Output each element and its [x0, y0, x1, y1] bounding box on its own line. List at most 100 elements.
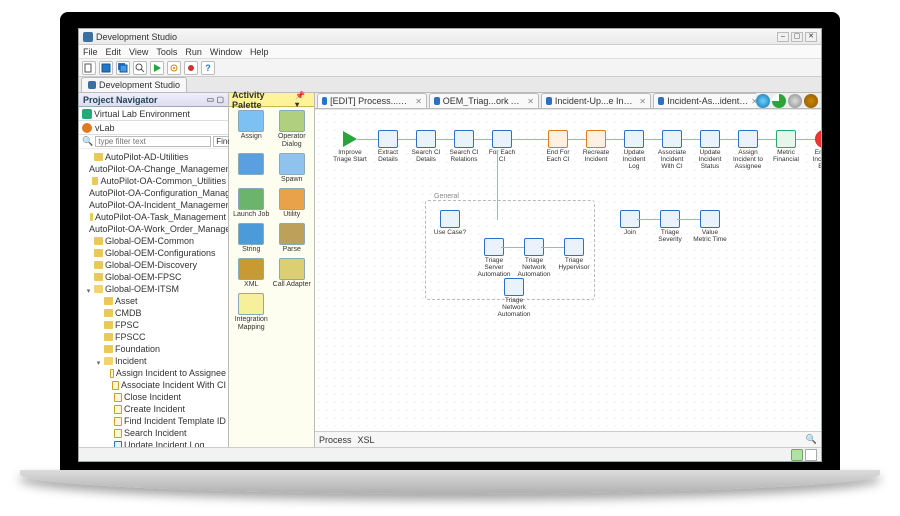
tree-item[interactable]: AutoPilot-OA-Incident_Management: [85, 199, 226, 211]
expand-icon[interactable]: [85, 214, 88, 221]
workflow-node[interactable]: Extract Details: [373, 130, 403, 163]
palette-item[interactable]: Utility: [273, 188, 312, 219]
expand-icon[interactable]: [105, 430, 112, 437]
tree-item[interactable]: Associate Incident With CI: [105, 379, 226, 391]
menu-run[interactable]: Run: [185, 47, 202, 57]
expand-icon[interactable]: ▾: [95, 358, 102, 365]
tree-item[interactable]: AutoPilot-OA-Common_Utilities: [85, 175, 226, 187]
menu-help[interactable]: Help: [250, 47, 269, 57]
expand-icon[interactable]: [95, 334, 102, 341]
expand-icon[interactable]: [85, 250, 92, 257]
tree-item[interactable]: Assign Incident to Assignee: [105, 367, 226, 379]
tree-item[interactable]: Global-OEM-Configurations: [85, 247, 226, 259]
workflow-node[interactable]: Triage Network Automation: [519, 238, 549, 278]
editor-tab[interactable]: OEM_Triag...ork Automation✕: [429, 93, 539, 108]
toolbar-help-icon[interactable]: ?: [201, 61, 215, 75]
workflow-node[interactable]: Triage Severity: [655, 210, 685, 243]
expand-icon[interactable]: [95, 298, 102, 305]
workflow-node[interactable]: Improve Triage Start: [335, 130, 365, 163]
filter-input[interactable]: [95, 136, 211, 147]
workflow-node[interactable]: Value Metric Time: [695, 210, 725, 243]
menu-file[interactable]: File: [83, 47, 98, 57]
expand-icon[interactable]: [85, 262, 92, 269]
tree-item[interactable]: Find Incident Template ID: [105, 415, 226, 427]
status-gear-icon[interactable]: [788, 94, 802, 108]
expand-icon[interactable]: [95, 346, 102, 353]
workflow-node[interactable]: For Each CI: [487, 130, 517, 163]
tree-item[interactable]: Global-OEM-Discovery: [85, 259, 226, 271]
palette-item[interactable]: Parse: [273, 223, 312, 254]
palette-item[interactable]: Spawn: [273, 153, 312, 184]
tree-item[interactable]: AutoPilot-OA-Task_Management: [85, 211, 226, 223]
maximize-button[interactable]: ▢: [791, 32, 803, 42]
tree-item[interactable]: AutoPilot-AD-Utilities: [85, 151, 226, 163]
toolbar-run-icon[interactable]: [150, 61, 164, 75]
tree-item[interactable]: Create Incident: [105, 403, 226, 415]
workflow-node[interactable]: Triage Server Automation: [479, 238, 509, 278]
status-db-icon[interactable]: [804, 94, 818, 108]
expand-icon[interactable]: [85, 178, 90, 185]
palette-item[interactable]: Operator Dialog: [273, 110, 312, 149]
workflow-canvas[interactable]: Improve Triage Start Extract Details Searc…: [315, 109, 821, 431]
tree-item[interactable]: Global-OEM-Common: [85, 235, 226, 247]
expand-icon[interactable]: [105, 418, 112, 425]
toolbar-gear-icon[interactable]: [167, 61, 181, 75]
expand-icon[interactable]: ▾: [85, 286, 92, 293]
menu-edit[interactable]: Edit: [106, 47, 122, 57]
tree-item[interactable]: AutoPilot-OA-Configuration_Management: [85, 187, 226, 199]
editor-bottom-tab-process[interactable]: Process: [319, 435, 352, 445]
expand-icon[interactable]: [95, 322, 102, 329]
toolbar-saveall-icon[interactable]: [116, 61, 130, 75]
close-tab-icon[interactable]: ✕: [639, 97, 646, 106]
workflow-node[interactable]: Search CI Relations: [449, 130, 479, 163]
status-globe-icon[interactable]: [756, 94, 770, 108]
workflow-node[interactable]: Triage Hypervisor: [559, 238, 589, 271]
palette-item[interactable]: Call Adapter: [273, 258, 312, 289]
perspective-tab[interactable]: Development Studio: [81, 77, 187, 92]
toolbar-new-icon[interactable]: [82, 61, 96, 75]
workflow-node[interactable]: Update Incident Status: [695, 130, 725, 170]
expand-icon[interactable]: [105, 394, 112, 401]
close-tab-icon[interactable]: ✕: [415, 97, 422, 106]
workflow-node[interactable]: Associate Incident With CI: [657, 130, 687, 170]
editor-tab[interactable]: Incident-Up...e Incident Log✕: [541, 93, 651, 108]
tree-item[interactable]: FPSCC: [95, 331, 226, 343]
expand-icon[interactable]: [95, 310, 102, 317]
tree-item[interactable]: AutoPilot-OA-Change_Management: [85, 163, 226, 175]
menu-window[interactable]: Window: [210, 47, 242, 57]
palette-item[interactable]: XML: [232, 258, 271, 289]
expand-icon[interactable]: [85, 154, 92, 161]
palette-item[interactable]: Integration Mapping: [232, 293, 271, 332]
close-tab-icon[interactable]: ✕: [527, 97, 534, 106]
workflow-node[interactable]: Recreate Incident: [581, 130, 611, 163]
workflow-node[interactable]: Use Case?: [435, 210, 465, 236]
editor-bottom-tab-xml[interactable]: XSL: [358, 435, 375, 445]
status-refresh-icon[interactable]: [772, 94, 786, 108]
tree-item[interactable]: AutoPilot-OA-Work_Order_Management: [85, 223, 226, 235]
project-tree[interactable]: AutoPilot-AD-UtilitiesAutoPilot-OA-Chang…: [79, 149, 228, 447]
palette-item[interactable]: Assign: [232, 110, 271, 149]
expand-icon[interactable]: [85, 238, 92, 245]
palette-pin-icon[interactable]: 📌 ▾: [295, 91, 311, 109]
editor-tab[interactable]: [EDIT] Process...Structure Event✕: [317, 93, 427, 108]
close-button[interactable]: ✕: [805, 32, 817, 42]
panel-controls-icon[interactable]: ▭ ▢: [207, 95, 224, 104]
tree-item[interactable]: FPSC: [95, 319, 226, 331]
expand-icon[interactable]: [105, 382, 110, 389]
palette-item[interactable]: [232, 153, 271, 184]
workflow-node[interactable]: Search CI Details: [411, 130, 441, 163]
workflow-node[interactable]: Enrich Incident End: [809, 130, 821, 170]
workflow-node[interactable]: Update Incident Log: [619, 130, 649, 170]
workflow-node[interactable]: Join: [615, 210, 645, 236]
menu-tools[interactable]: Tools: [156, 47, 177, 57]
palette-item[interactable]: Launch Job: [232, 188, 271, 219]
editor-tab[interactable]: Incident-As...ident With CI✕: [653, 93, 756, 108]
expand-icon[interactable]: [85, 274, 92, 281]
workflow-node[interactable]: Triage Network Automation: [499, 278, 529, 318]
tree-item[interactable]: Update Incident Log: [105, 439, 226, 447]
toolbar-search-icon[interactable]: [133, 61, 147, 75]
palette-item[interactable]: String: [232, 223, 271, 254]
tree-item[interactable]: Search Incident: [105, 427, 226, 439]
tree-item[interactable]: ▾Global-OEM-ITSM: [85, 283, 226, 295]
tree-item[interactable]: Close Incident: [105, 391, 226, 403]
